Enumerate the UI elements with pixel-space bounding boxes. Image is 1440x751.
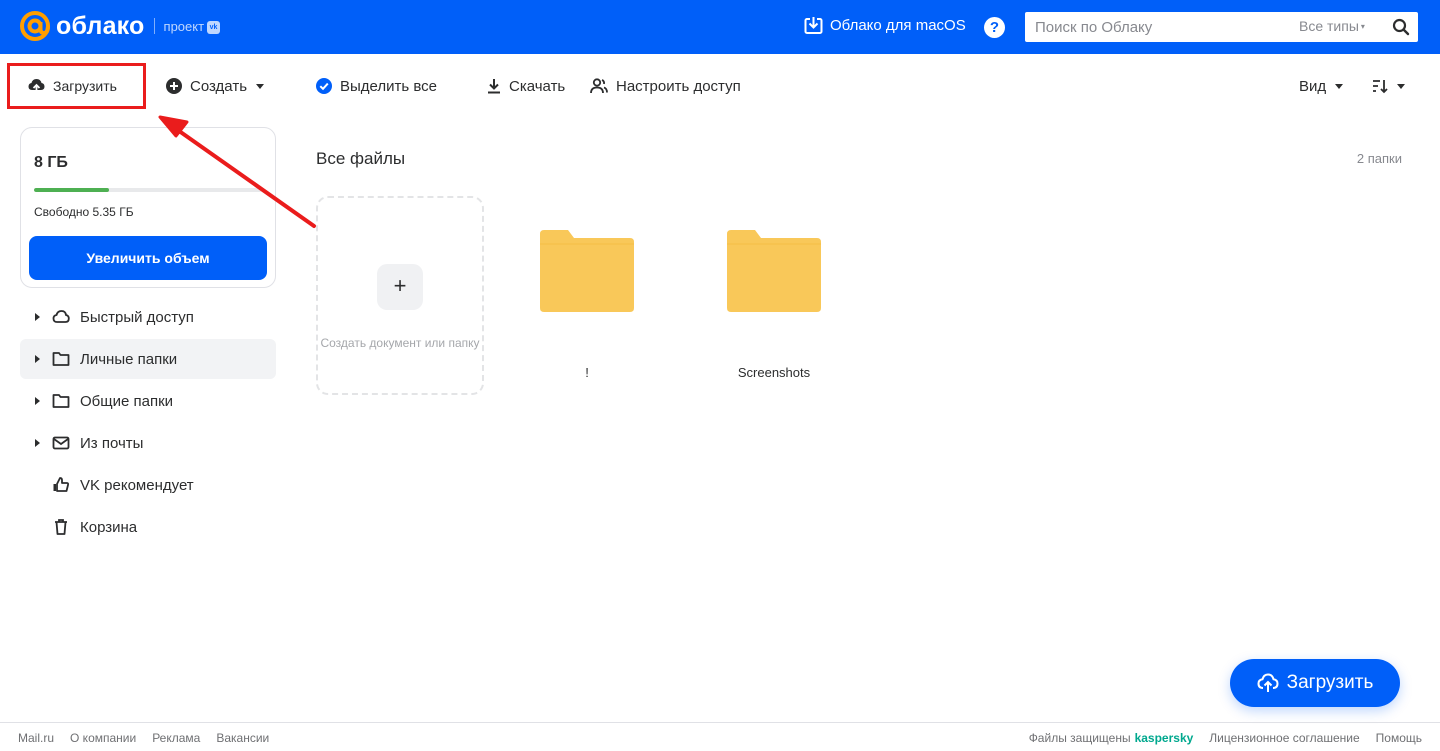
- sidebar-item-vk-recommends[interactable]: VK рекомендует: [20, 465, 276, 505]
- sidebar-item-label: Личные папки: [80, 350, 178, 368]
- plus-circle-icon: [166, 78, 182, 94]
- thumb-up-icon: [53, 477, 70, 492]
- chevron-down-icon: ▾: [1360, 22, 1365, 31]
- file-types-label: Все типы: [1299, 18, 1359, 34]
- footer-link-jobs[interactable]: Вакансии: [216, 731, 269, 745]
- folder-name: Screenshots: [737, 365, 811, 380]
- folder-icon: [52, 352, 70, 366]
- logo-text: облако: [56, 11, 145, 40]
- select-all-label: Выделить все: [340, 77, 438, 95]
- help-icon[interactable]: ?: [984, 17, 1005, 38]
- file-types-dropdown[interactable]: Все типы ▾: [1299, 18, 1365, 34]
- kaspersky-logo: kaspersky: [1134, 731, 1194, 745]
- view-dropdown[interactable]: Вид: [1299, 76, 1344, 96]
- chevron-down-icon: [256, 83, 265, 89]
- cloud-upload-icon: [1257, 673, 1279, 692]
- floating-upload-button[interactable]: Загрузить: [1230, 659, 1400, 707]
- folder-count: 2 папки: [1356, 151, 1402, 166]
- download-button[interactable]: Скачать: [487, 76, 565, 96]
- search-input[interactable]: [1025, 12, 1285, 42]
- sidebar-item-label: Корзина: [80, 518, 138, 536]
- sidebar-item-label: VK рекомендует: [80, 476, 194, 494]
- sidebar-nav: Быстрый доступ Личные папки Общие папки …: [20, 297, 276, 549]
- cloud-upload-icon: [28, 79, 45, 93]
- storage-size: 8 ГБ: [34, 154, 68, 171]
- cloud-icon: [52, 310, 70, 323]
- footer-link-mailru[interactable]: Mail.ru: [18, 731, 54, 745]
- vk-badge-icon: vk: [207, 20, 221, 34]
- macos-app-label: Облако для macOS: [830, 17, 966, 34]
- create-label: Создать: [190, 77, 248, 95]
- sidebar-item-shared-folders[interactable]: Общие папки: [20, 381, 276, 421]
- check-circle-icon: [316, 78, 332, 94]
- footer-link-about[interactable]: О компании: [70, 731, 136, 745]
- footer: Mail.ru О компании Реклама Вакансии Файл…: [0, 722, 1440, 751]
- share-access-button[interactable]: Настроить доступ: [590, 76, 741, 96]
- select-all-button[interactable]: Выделить все: [316, 76, 437, 96]
- expand-arrow-icon[interactable]: [35, 313, 40, 321]
- share-access-label: Настроить доступ: [616, 77, 741, 95]
- chevron-down-icon: [1335, 83, 1344, 89]
- download-label: Скачать: [509, 77, 566, 95]
- create-document-or-folder-card[interactable]: + Создать документ или папку: [316, 196, 484, 395]
- logo-project-label: проект: [163, 18, 205, 34]
- storage-progress-fill: [34, 188, 110, 192]
- create-card-label: Создать документ или папку: [320, 336, 480, 350]
- folder-icon: [727, 230, 821, 312]
- trash-icon: [55, 519, 67, 535]
- view-label: Вид: [1299, 77, 1327, 95]
- mail-icon: [52, 436, 70, 450]
- expand-arrow-icon[interactable]: [35, 439, 40, 447]
- folder-name: !: [585, 365, 589, 380]
- folder-icon: [540, 230, 634, 312]
- footer-link-license[interactable]: Лицензионное соглашение: [1209, 731, 1359, 745]
- sidebar-item-quick-access[interactable]: Быстрый доступ: [20, 297, 276, 337]
- page-title: Все файлы: [316, 149, 406, 168]
- footer-link-ads[interactable]: Реклама: [152, 731, 200, 745]
- sort-dropdown[interactable]: [1372, 76, 1405, 96]
- sidebar-item-trash[interactable]: Корзина: [20, 507, 276, 547]
- storage-free-text: Свободно 5.35 ГБ: [34, 205, 134, 219]
- search-box: Все типы▾: [1025, 12, 1418, 42]
- sidebar-item-from-mail[interactable]: Из почты: [20, 423, 276, 463]
- sidebar-item-label: Общие папки: [80, 392, 174, 410]
- sort-icon: [1373, 80, 1388, 94]
- download-app-icon: [804, 16, 823, 34]
- at-logo-icon: [20, 11, 50, 41]
- logo-divider: [153, 18, 155, 34]
- macos-app-link[interactable]: Облако для macOS: [804, 16, 966, 35]
- increase-storage-button[interactable]: Увеличить объем: [29, 236, 267, 280]
- expand-arrow-icon[interactable]: [35, 397, 40, 405]
- floating-upload-label: Загрузить: [1286, 672, 1374, 693]
- shared-folder-icon: [52, 394, 70, 408]
- footer-protection[interactable]: Файлы защищены kaspersky: [1029, 731, 1194, 745]
- users-icon: [590, 78, 608, 94]
- footer-link-help[interactable]: Помощь: [1376, 731, 1422, 745]
- logo[interactable]: облако проект vk: [19, 10, 221, 42]
- download-icon: [488, 79, 500, 94]
- expand-arrow-icon[interactable]: [35, 355, 40, 363]
- sidebar-item-personal-folders[interactable]: Личные папки: [20, 339, 276, 379]
- chevron-down-icon: [1397, 83, 1405, 89]
- folder-item[interactable]: Screenshots: [714, 230, 834, 380]
- storage-progress-bar: [34, 188, 262, 192]
- upload-button[interactable]: Загрузить: [28, 76, 117, 96]
- storage-card: 8 ГБ Свободно 5.35 ГБ Увеличить объем: [20, 127, 276, 288]
- upload-label: Загрузить: [53, 78, 117, 94]
- sidebar-item-label: Из почты: [80, 434, 144, 452]
- create-button[interactable]: Создать: [166, 76, 265, 96]
- footer-protection-label: Файлы защищены: [1028, 731, 1131, 745]
- search-icon[interactable]: [1392, 18, 1410, 36]
- folder-item[interactable]: !: [527, 230, 647, 380]
- plus-icon: +: [377, 264, 423, 310]
- top-bar: облако проект vk Облако для macOS ? Все …: [0, 0, 1440, 54]
- sidebar-item-label: Быстрый доступ: [80, 308, 194, 326]
